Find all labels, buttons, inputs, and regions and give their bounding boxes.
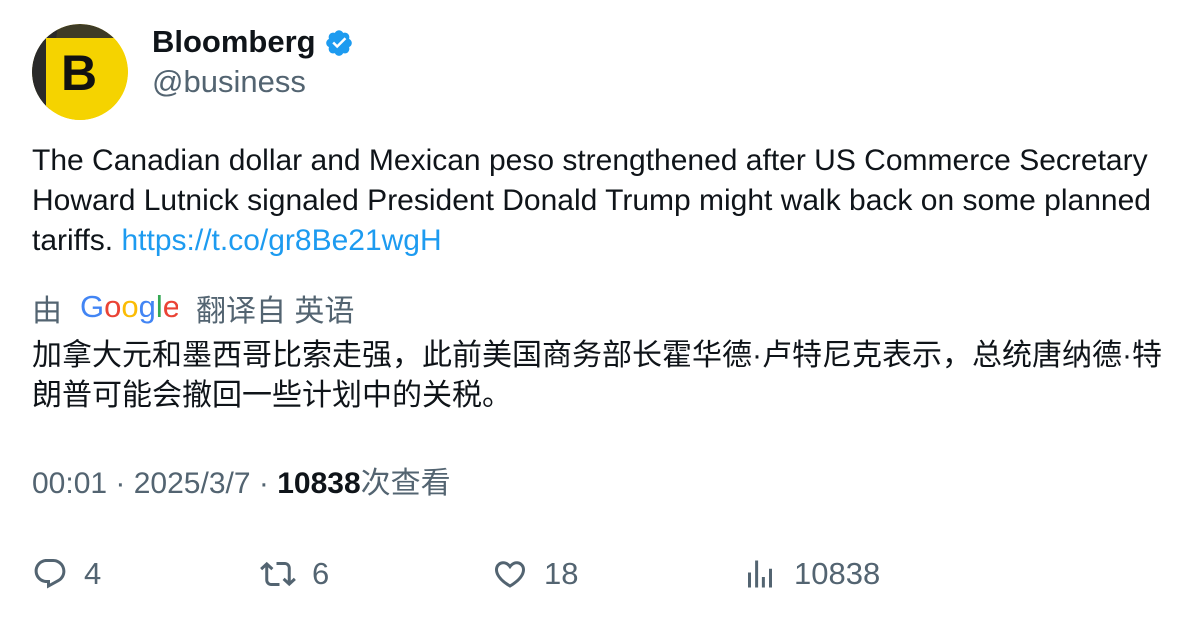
svg-text:Google: Google — [80, 290, 178, 324]
tweet-date[interactable]: 2025/3/7 — [134, 467, 251, 500]
like-count: 18 — [544, 556, 579, 591]
author-handle[interactable]: @business — [152, 62, 354, 102]
retweet-icon — [260, 561, 296, 587]
tweet-meta: 00:01 · 2025/3/7 · 10838次查看 — [32, 464, 451, 504]
tweet-time[interactable]: 00:01 — [32, 467, 107, 500]
retweet-button[interactable]: 6 — [260, 552, 329, 596]
views-button[interactable]: 10838 — [742, 552, 880, 596]
tweet-link[interactable]: https://t.co/gr8Be21wgH — [121, 224, 441, 257]
avatar-letter: B — [61, 45, 97, 101]
name-row: Bloomberg — [152, 24, 354, 60]
like-icon — [494, 561, 526, 588]
tweet-text: The Canadian dollar and Mexican peso str… — [32, 141, 1172, 261]
reply-count: 4 — [84, 556, 102, 591]
retweet-count: 6 — [312, 556, 330, 591]
translation-prefix: 由 — [32, 295, 62, 328]
action-bar: 4 6 18 10838 — [32, 552, 1172, 596]
translation-source: 翻译自 英语 — [196, 295, 355, 328]
views-count: 10838 — [277, 467, 361, 500]
meta-separator: · — [250, 467, 278, 500]
author-identity: Bloomberg @business — [152, 24, 354, 102]
tweet-header: B Bloomberg @business — [32, 24, 354, 120]
verified-badge-icon — [325, 30, 352, 56]
translation-attribution[interactable]: 由 Google 翻译自 英语 — [32, 286, 354, 330]
avatar[interactable]: B — [32, 24, 128, 120]
google-logo-icon: Google — [80, 290, 178, 324]
views-label: 次查看 — [360, 467, 451, 500]
reply-button[interactable]: 4 — [32, 552, 101, 596]
like-button[interactable]: 18 — [492, 552, 578, 596]
translated-text: 加拿大元和墨西哥比索走强，此前美国商务部长霍华德·卢特尼克表示，总统唐纳德·特朗… — [32, 339, 1162, 412]
meta-separator: · — [107, 467, 134, 500]
author-display-name[interactable]: Bloomberg — [152, 24, 316, 60]
reply-icon — [34, 559, 66, 589]
views-action-count: 10838 — [794, 556, 881, 591]
views-icon — [748, 560, 772, 588]
